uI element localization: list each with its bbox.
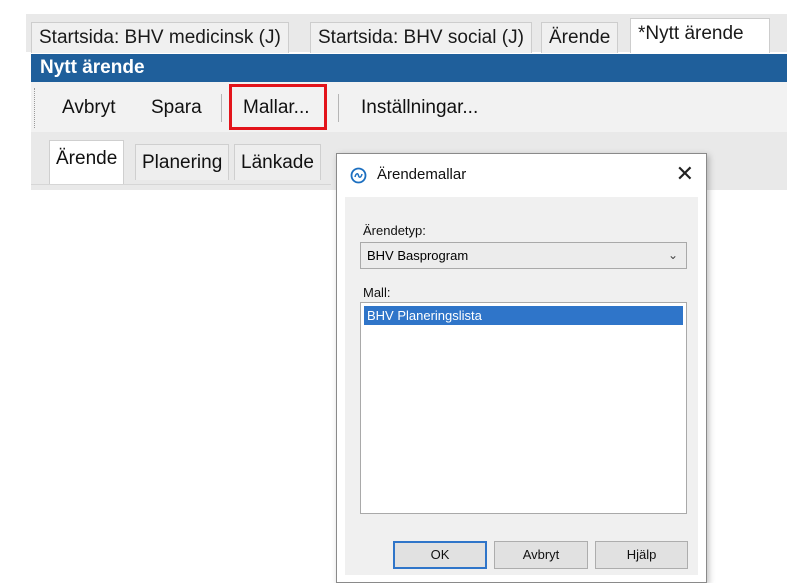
settings-button[interactable]: Inställningar... (361, 96, 478, 120)
tab-arende[interactable]: Ärende (541, 22, 619, 53)
case-type-label: Ärendetyp: (363, 223, 426, 238)
template-listbox[interactable]: BHV Planeringslista (360, 302, 687, 514)
ok-button[interactable]: OK (393, 541, 487, 569)
templates-dialog: Ärendemallar ✕ Ärendetyp: BHV Basprogram… (336, 153, 707, 583)
chevron-down-icon[interactable]: ⌄ (668, 243, 678, 268)
template-icon (350, 167, 367, 184)
tab-startsida-social[interactable]: Startsida: BHV social (J) (310, 22, 532, 53)
tab-startsida-medicinsk[interactable]: Startsida: BHV medicinsk (J) (31, 22, 289, 53)
content-divider (31, 184, 331, 185)
help-button[interactable]: Hjälp (595, 541, 688, 569)
dialog-titlebar[interactable]: Ärendemallar ✕ (337, 154, 706, 196)
close-icon[interactable]: ✕ (676, 160, 694, 188)
window-title: Nytt ärende (31, 54, 787, 82)
dialog-title: Ärendemallar (377, 166, 467, 183)
case-type-value: BHV Basprogram (367, 248, 469, 263)
dialog-cancel-button[interactable]: Avbryt (494, 541, 588, 569)
tab-arende-detail[interactable]: Ärende (49, 140, 125, 184)
save-button[interactable]: Spara (151, 96, 202, 120)
cancel-button[interactable]: Avbryt (62, 96, 116, 120)
tab-nytt-arende[interactable]: *Nytt ärende (630, 18, 770, 53)
tab-planering[interactable]: Planering (135, 144, 230, 180)
template-label: Mall: (363, 285, 391, 300)
case-type-select[interactable]: BHV Basprogram ⌄ (360, 242, 687, 269)
templates-button-highlight (229, 84, 327, 130)
list-item[interactable]: BHV Planeringslista (364, 306, 683, 325)
tab-lankade[interactable]: Länkade (234, 144, 321, 180)
toolbar-separator (338, 94, 339, 122)
toolbar-separator (221, 94, 222, 122)
toolbar-grip[interactable] (34, 88, 38, 128)
